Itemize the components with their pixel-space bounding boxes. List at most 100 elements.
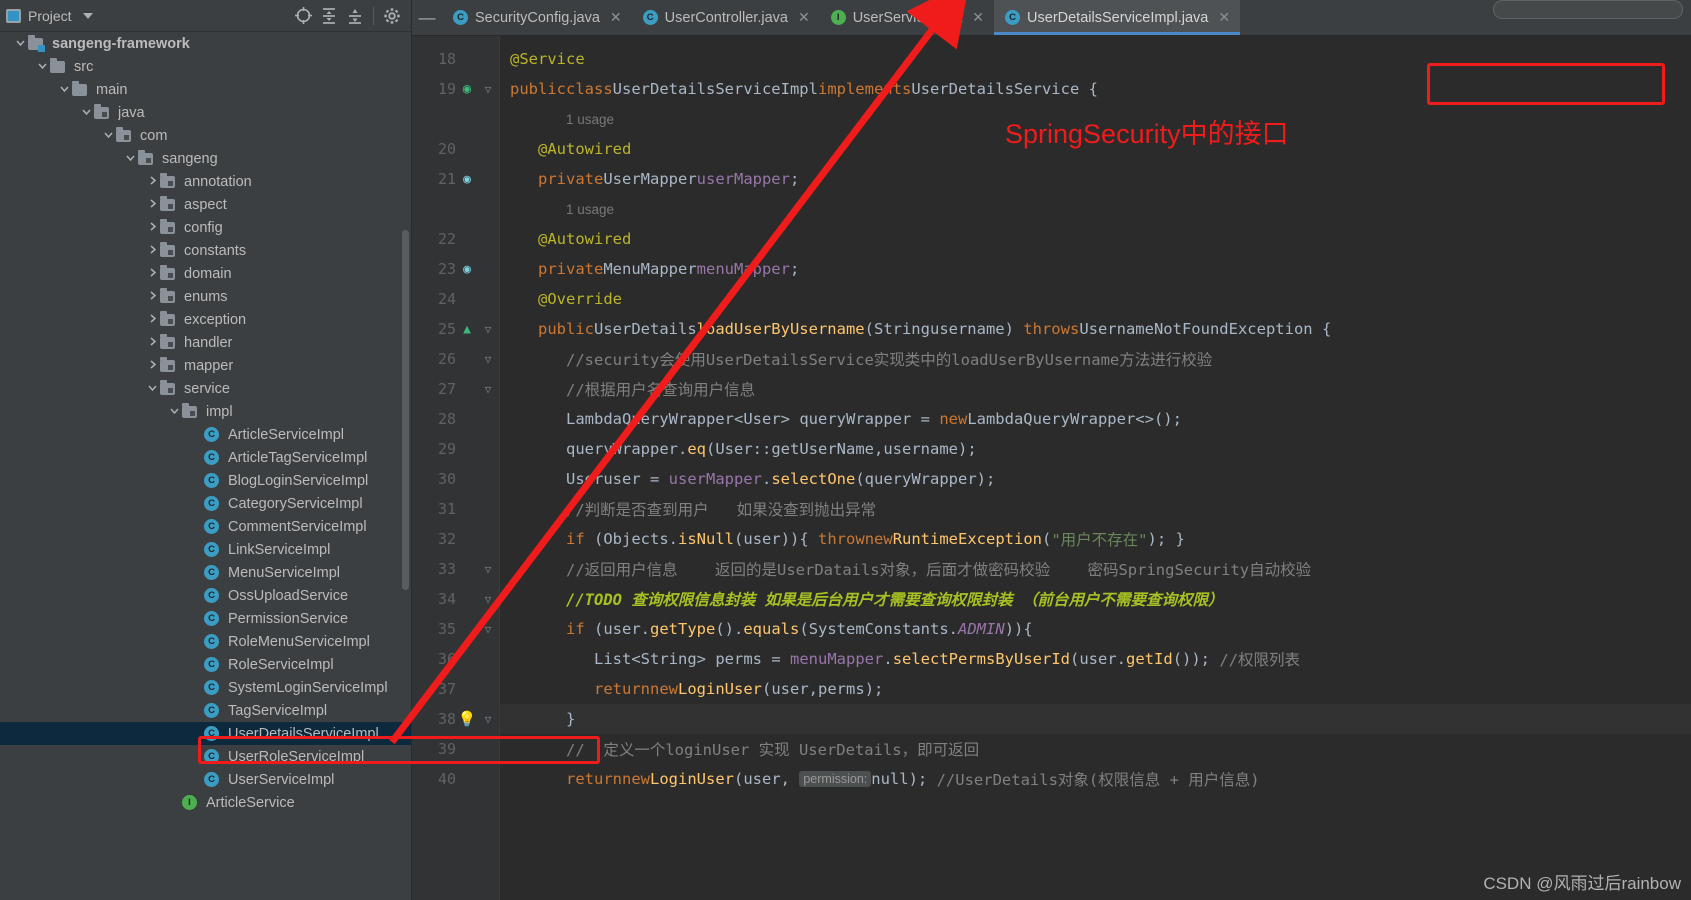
tree-item-articleserviceimpl[interactable]: C ArticleServiceImpl	[0, 423, 411, 446]
chevron-right-icon[interactable]	[144, 267, 160, 281]
fold-handle[interactable]: ▽	[478, 323, 498, 336]
editor-tab-userdetailsserviceimpl-java[interactable]: C UserDetailsServiceImpl.java ✕	[994, 0, 1241, 35]
chevron-right-icon[interactable]	[144, 359, 160, 373]
gutter-line-36[interactable]: 36	[412, 644, 500, 674]
tree-item-blogloginserviceimpl[interactable]: C BlogLoginServiceImpl	[0, 469, 411, 492]
gutter-line-23[interactable]: 23 ◉	[412, 254, 500, 284]
tree-item-tagserviceimpl[interactable]: C TagServiceImpl	[0, 699, 411, 722]
fold-handle[interactable]: ▽	[478, 383, 498, 396]
search-everywhere-field[interactable]	[1493, 0, 1683, 19]
tree-item-handler[interactable]: handler	[0, 331, 411, 354]
chevron-down-icon[interactable]	[82, 12, 93, 19]
gutter-line-39[interactable]: 39	[412, 734, 500, 764]
chevron-down-icon[interactable]	[34, 60, 50, 74]
chevron-down-icon[interactable]	[144, 382, 160, 396]
chevron-right-icon[interactable]	[144, 336, 160, 350]
tree-item-articletagserviceimpl[interactable]: C ArticleTagServiceImpl	[0, 446, 411, 469]
gear-icon[interactable]	[379, 3, 405, 29]
tree-item-systemloginserviceimpl[interactable]: C SystemLoginServiceImpl	[0, 676, 411, 699]
tree-item-impl[interactable]: impl	[0, 400, 411, 423]
gutter-line-37[interactable]: 37	[412, 674, 500, 704]
tree-item-mapper[interactable]: mapper	[0, 354, 411, 377]
tree-item-permissionservice[interactable]: C PermissionService	[0, 607, 411, 630]
project-tree[interactable]: sangeng-framework src main java com sangeng an…	[0, 32, 411, 900]
hide-tabs-icon[interactable]: —	[412, 0, 442, 35]
tree-item-userroleserviceimpl[interactable]: C UserRoleServiceImpl	[0, 745, 411, 768]
tree-item-articleservice[interactable]: I ArticleService	[0, 791, 411, 814]
close-icon[interactable]: ✕	[972, 9, 984, 26]
fold-handle[interactable]: ▽	[478, 563, 498, 576]
editor-tab-usercontroller-java[interactable]: C UserController.java ✕	[631, 0, 820, 35]
tree-item-ossuploadservice[interactable]: C OssUploadService	[0, 584, 411, 607]
tree-item-rolemenuserviceimpl[interactable]: C RoleMenuServiceImpl	[0, 630, 411, 653]
gutter-line-38[interactable]: 38 💡 ▽	[412, 704, 500, 734]
tree-item-constants[interactable]: constants	[0, 239, 411, 262]
tree-item-src[interactable]: src	[0, 55, 411, 78]
tree-item-userserviceimpl[interactable]: C UserServiceImpl	[0, 768, 411, 791]
tree-item-enums[interactable]: enums	[0, 285, 411, 308]
gutter-line-35[interactable]: 35 ▽	[412, 614, 500, 644]
bean-icon[interactable]: ◉	[456, 172, 478, 187]
chevron-right-icon[interactable]	[144, 221, 160, 235]
gutter-line-21[interactable]: 21 ◉	[412, 164, 500, 194]
tree-item-userdetailsserviceimpl[interactable]: C UserDetailsServiceImpl	[0, 722, 411, 745]
chevron-down-icon[interactable]	[166, 405, 182, 419]
chevron-right-icon[interactable]	[144, 244, 160, 258]
tree-item-annotation[interactable]: annotation	[0, 170, 411, 193]
code-editor[interactable]: 18 19 ◉ ▽ 20 21 ◉ 22 23 ◉ 24 25 ▲ ▽ 26 ▽ 27 ▽ 28 29 30 31 32 33…	[412, 36, 1691, 900]
gutter-line-33[interactable]: 33 ▽	[412, 554, 500, 584]
tree-item-aspect[interactable]: aspect	[0, 193, 411, 216]
gutter-line-19[interactable]: 19 ◉ ▽	[412, 74, 500, 104]
gutter-line-27[interactable]: 27 ▽	[412, 374, 500, 404]
fold-handle[interactable]: ▽	[478, 83, 498, 96]
chevron-right-icon[interactable]	[144, 175, 160, 189]
gutter-line-40[interactable]: 40	[412, 764, 500, 794]
gutter-line-20[interactable]: 20	[412, 134, 500, 164]
tree-scrollbar[interactable]	[402, 230, 409, 590]
class-implemented-icon[interactable]: ◉	[456, 81, 478, 97]
tree-item-config[interactable]: config	[0, 216, 411, 239]
tree-item-roleserviceimpl[interactable]: C RoleServiceImpl	[0, 653, 411, 676]
gutter-line-25[interactable]: 25 ▲ ▽	[412, 314, 500, 344]
chevron-down-icon[interactable]	[56, 83, 72, 97]
gutter-line-32[interactable]: 32	[412, 524, 500, 554]
chevron-right-icon[interactable]	[144, 290, 160, 304]
expand-all-icon[interactable]	[316, 3, 342, 29]
fold-handle[interactable]: ▽	[478, 353, 498, 366]
close-icon[interactable]: ✕	[610, 9, 622, 26]
project-panel-selector[interactable]: Project	[6, 8, 290, 24]
tree-item-linkserviceimpl[interactable]: C LinkServiceImpl	[0, 538, 411, 561]
gutter-line-34[interactable]: 34 ▽	[412, 584, 500, 614]
editor-tab-securityconfig-java[interactable]: C SecurityConfig.java ✕	[442, 0, 632, 35]
tree-item-domain[interactable]: domain	[0, 262, 411, 285]
bean-icon[interactable]: ◉	[456, 262, 478, 277]
editor-tab-userservice-java[interactable]: I UserService.java ✕	[819, 0, 995, 35]
fold-handle[interactable]: ▽	[478, 713, 498, 726]
fold-handle[interactable]: ▽	[478, 593, 498, 606]
tree-item-java[interactable]: java	[0, 101, 411, 124]
collapse-all-icon[interactable]	[342, 3, 368, 29]
tree-item-menuserviceimpl[interactable]: C MenuServiceImpl	[0, 561, 411, 584]
chevron-right-icon[interactable]	[144, 313, 160, 327]
chevron-down-icon[interactable]	[12, 37, 28, 51]
tree-item-com[interactable]: com	[0, 124, 411, 147]
tree-item-sangeng[interactable]: sangeng	[0, 147, 411, 170]
editor-gutter[interactable]: 18 19 ◉ ▽ 20 21 ◉ 22 23 ◉ 24 25 ▲ ▽ 26 ▽ 27 ▽ 28 29 30 31 32 33…	[412, 36, 500, 900]
override-icon[interactable]: ▲	[456, 322, 478, 337]
chevron-down-icon[interactable]	[78, 106, 94, 120]
locate-icon[interactable]	[290, 3, 316, 29]
gutter-line-28[interactable]: 28	[412, 404, 500, 434]
chevron-right-icon[interactable]	[144, 198, 160, 212]
bulb-icon[interactable]: 💡	[456, 710, 478, 728]
tree-item-exception[interactable]: exception	[0, 308, 411, 331]
gutter-line-18[interactable]: 18	[412, 44, 500, 74]
gutter-line-29[interactable]: 29	[412, 434, 500, 464]
tree-item-service[interactable]: service	[0, 377, 411, 400]
close-icon[interactable]: ✕	[798, 9, 810, 26]
tree-item-sangeng-framework[interactable]: sangeng-framework	[0, 32, 411, 55]
tree-item-categoryserviceimpl[interactable]: C CategoryServiceImpl	[0, 492, 411, 515]
gutter-line-30[interactable]: 30	[412, 464, 500, 494]
gutter-line-26[interactable]: 26 ▽	[412, 344, 500, 374]
fold-handle[interactable]: ▽	[478, 623, 498, 636]
chevron-down-icon[interactable]	[122, 152, 138, 166]
